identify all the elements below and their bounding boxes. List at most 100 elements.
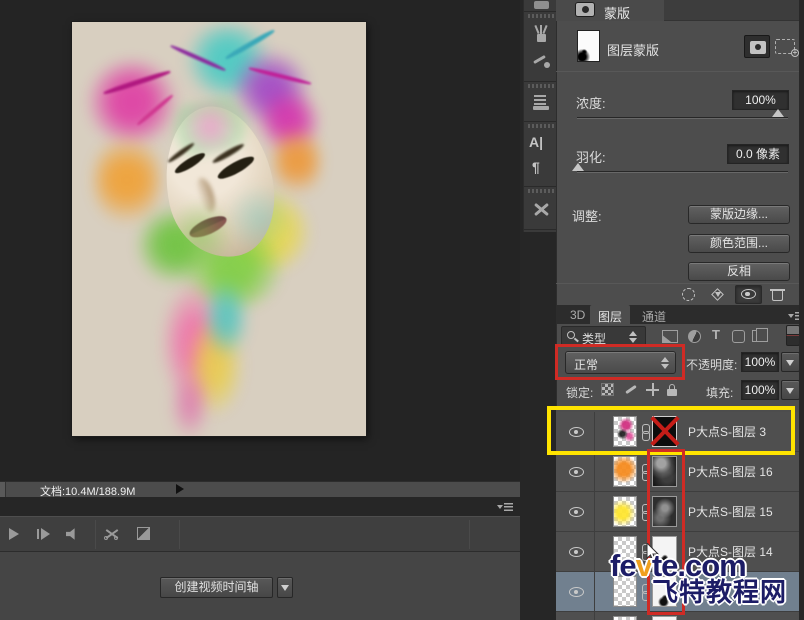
filtering-toggle[interactable] — [786, 325, 800, 347]
visibility-cell[interactable] — [556, 612, 595, 620]
timeline-panel: 创建视频时间轴 — [0, 497, 520, 620]
trash-icon[interactable] — [770, 287, 785, 302]
dock-group-grip[interactable] — [528, 124, 556, 128]
add-vector-mask-button[interactable]: + — [775, 39, 795, 54]
masks-tab-label: 蒙版 — [604, 3, 630, 22]
filter-adjustment-layers-icon[interactable] — [688, 330, 701, 343]
filter-pixel-layers-icon[interactable] — [662, 330, 678, 343]
filter-type-dropdown[interactable]: 类型 — [561, 326, 646, 347]
feather-slider-thumb[interactable] — [572, 163, 584, 171]
feather-value[interactable]: 0.0 像素 — [727, 144, 789, 164]
zoom-field-stub[interactable] — [0, 482, 6, 497]
feather-slider-track[interactable] — [577, 171, 788, 173]
updown-arrows-icon — [661, 357, 669, 369]
mask-thumbnail[interactable] — [652, 416, 677, 447]
mask-thumbnail[interactable] — [652, 456, 677, 487]
mask-thumbnail[interactable] — [652, 496, 677, 527]
eye-icon[interactable] — [569, 467, 584, 477]
fill-dropdown-button[interactable] — [781, 380, 800, 400]
timeline-panel-menu-icon[interactable] — [497, 502, 513, 512]
eye-icon[interactable] — [569, 427, 584, 437]
layer-name[interactable]: P大点S-图层 3 — [688, 412, 766, 452]
timeline-type-dropdown[interactable] — [277, 577, 293, 598]
visibility-cell[interactable] — [556, 572, 595, 612]
dock-group-grip[interactable] — [528, 189, 556, 193]
character-styles-icon[interactable]: A| — [529, 134, 551, 154]
audio-icon[interactable] — [66, 528, 78, 540]
layer-thumbnail[interactable] — [613, 416, 637, 447]
blend-mode-dropdown[interactable]: 正常 — [565, 351, 676, 374]
density-slider-thumb[interactable] — [772, 109, 784, 117]
transition-icon[interactable] — [137, 527, 150, 540]
timeline-tab-strip — [0, 497, 520, 516]
mask-link-icon[interactable] — [641, 464, 649, 480]
adjust-label: 调整: — [572, 206, 602, 225]
lock-all-icon[interactable] — [667, 383, 678, 397]
ink-splash-orange-left — [94, 134, 160, 226]
tab-layers[interactable]: 图层 — [590, 305, 630, 324]
layer-thumbnail[interactable] — [613, 616, 637, 620]
play-icon[interactable] — [9, 528, 19, 540]
opacity-value[interactable]: 100% — [741, 352, 779, 372]
next-frame-icon[interactable] — [37, 528, 51, 540]
layer-mask-thumbnail[interactable] — [577, 30, 600, 62]
visibility-cell[interactable] — [556, 492, 595, 532]
tab-3d[interactable]: 3D — [562, 305, 593, 324]
mask-link-icon[interactable] — [641, 504, 649, 520]
toolbar-divider — [95, 520, 96, 549]
density-value[interactable]: 100% — [732, 90, 789, 110]
partial-panel-icon[interactable] — [534, 1, 549, 9]
layer-row[interactable]: P大点S-图层 15 — [556, 492, 804, 532]
layer-name[interactable]: P大点S-图层 15 — [688, 492, 773, 532]
lock-label: 锁定: — [566, 384, 593, 401]
mask-icon — [575, 2, 595, 17]
apply-mask-icon[interactable] — [711, 288, 725, 302]
filter-type-layers-icon[interactable]: T — [712, 327, 720, 342]
mask-thumbnail[interactable] — [652, 616, 677, 620]
eye-icon[interactable] — [569, 547, 584, 557]
mask-edge-button[interactable]: 蒙版边缘... — [688, 205, 790, 224]
mask-visibility-button[interactable] — [735, 285, 762, 304]
tools-wrench-icon[interactable] — [531, 200, 553, 220]
visibility-cell[interactable] — [556, 532, 595, 572]
fill-value[interactable]: 100% — [741, 380, 779, 400]
color-range-button[interactable]: 颜色范围... — [688, 234, 790, 253]
layer-thumbnail[interactable] — [613, 496, 637, 527]
lock-pixels-icon[interactable] — [624, 383, 638, 397]
layer-name[interactable]: P大点S-图层 16 — [688, 452, 773, 492]
tab-masks[interactable]: 蒙版 — [556, 0, 664, 21]
lock-transparency-icon[interactable] — [601, 383, 614, 396]
toolbar-divider — [179, 520, 180, 549]
layer-thumbnail[interactable] — [613, 456, 637, 487]
clone-source-icon[interactable] — [531, 94, 553, 114]
paragraph-icon[interactable]: ¶ — [532, 159, 554, 179]
scissors-icon[interactable] — [104, 527, 120, 541]
load-selection-icon[interactable] — [682, 288, 695, 301]
filter-smart-objects-icon[interactable] — [752, 330, 762, 342]
density-slider-track[interactable] — [577, 117, 788, 119]
divider — [556, 71, 804, 72]
layer-row[interactable]: P大点S-图层 16 — [556, 452, 804, 492]
visibility-cell[interactable] — [556, 412, 595, 452]
status-flyout-arrow[interactable] — [176, 484, 184, 494]
tool-presets-icon[interactable] — [531, 53, 553, 73]
layer-row[interactable]: P大点S-图层 3 — [556, 412, 804, 452]
density-label: 浓度: — [576, 93, 606, 112]
filter-shape-layers-icon[interactable] — [732, 330, 745, 343]
select-pixel-mask-button[interactable] — [744, 35, 770, 58]
watermark: fevte.com 飞特教程网 — [610, 551, 787, 605]
layer-filter-row: 类型 T — [556, 324, 804, 350]
lock-position-icon[interactable] — [646, 383, 659, 396]
mask-link-icon[interactable] — [641, 424, 649, 440]
tab-channels[interactable]: 通道 — [634, 305, 674, 324]
brush-presets-icon[interactable] — [531, 25, 553, 45]
dock-group-grip[interactable] — [528, 14, 556, 18]
create-video-timeline-button[interactable]: 创建视频时间轴 — [160, 577, 273, 598]
dock-group-grip[interactable] — [528, 84, 556, 88]
opacity-dropdown-button[interactable] — [781, 352, 800, 372]
invert-button[interactable]: 反相 — [688, 262, 790, 281]
layer-row[interactable] — [556, 612, 804, 620]
eye-icon[interactable] — [569, 507, 584, 517]
visibility-cell[interactable] — [556, 452, 595, 492]
eye-icon[interactable] — [569, 587, 584, 597]
